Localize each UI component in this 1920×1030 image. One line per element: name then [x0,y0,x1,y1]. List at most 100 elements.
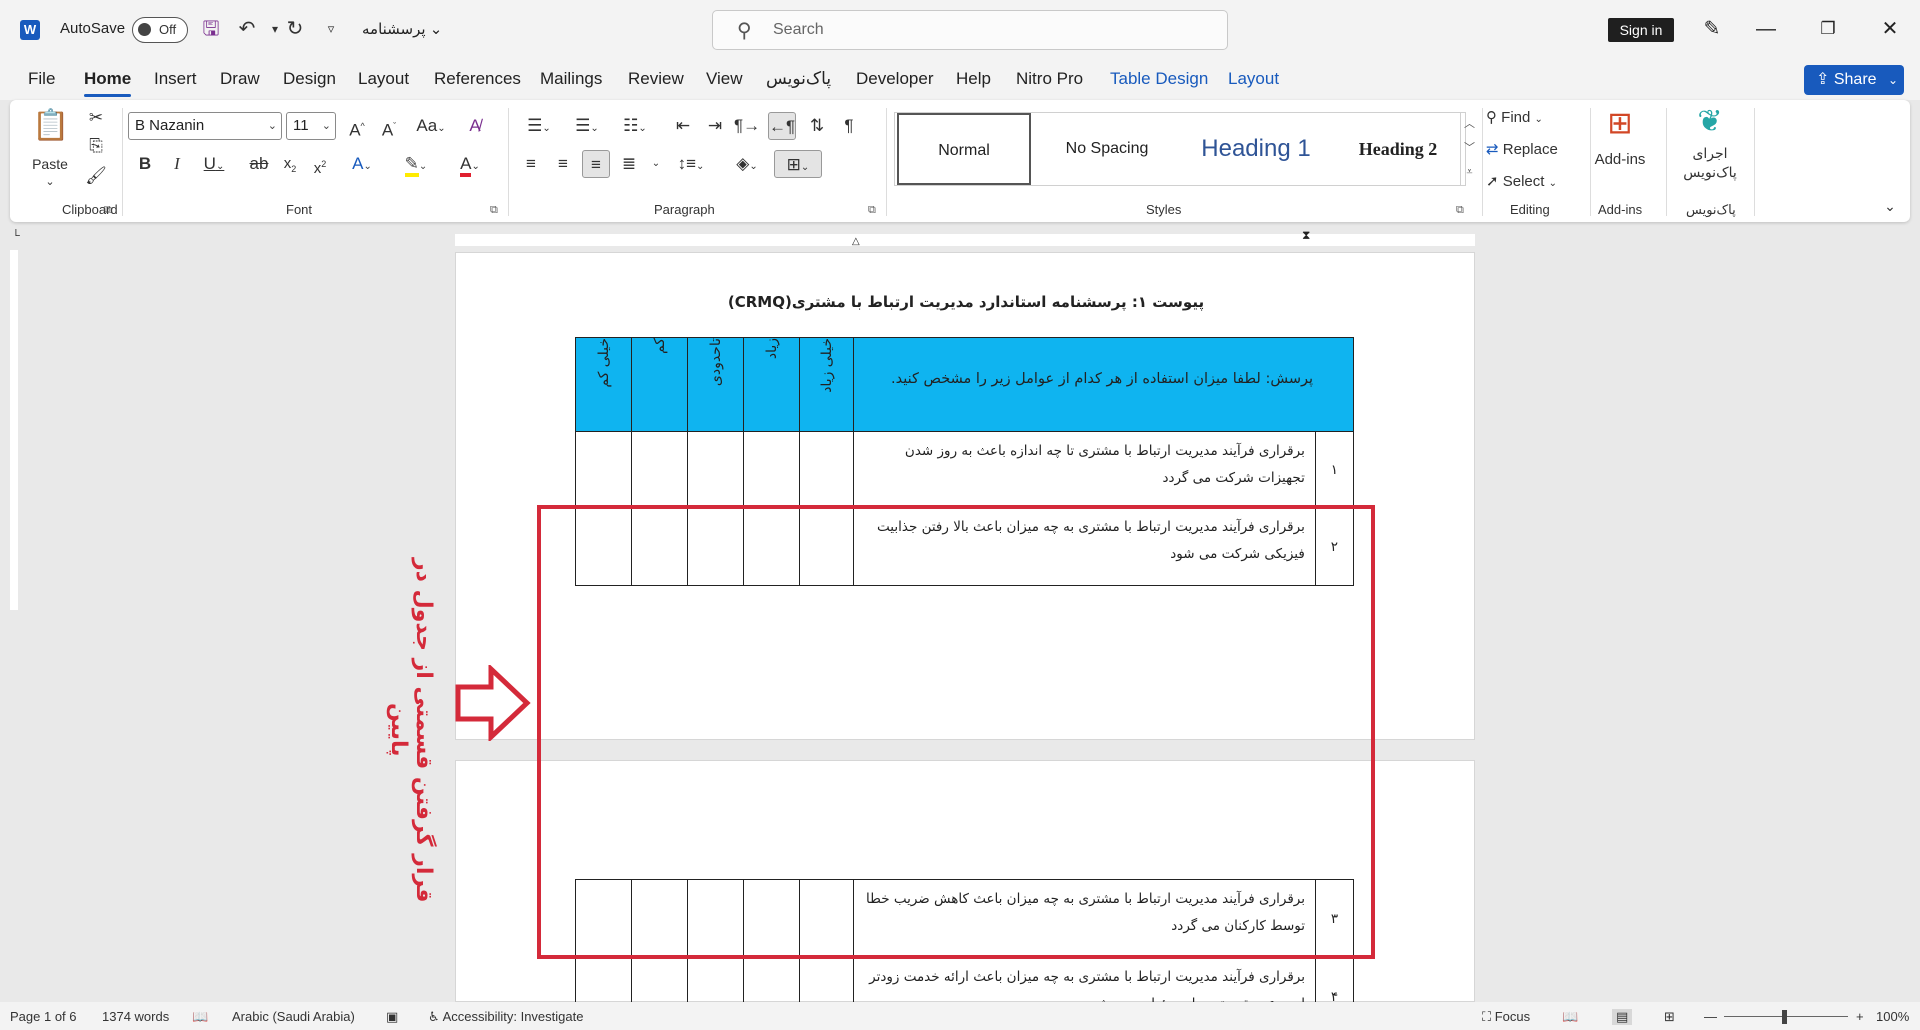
bullets-icon[interactable]: ☰⌄ [518,112,560,140]
font-color-icon[interactable]: A⌄ [450,150,490,178]
multilevel-list-icon[interactable]: ☷⌄ [614,112,656,140]
tab-selector-icon[interactable]: └ [12,230,20,242]
zoom-out-icon[interactable]: — [1704,1009,1717,1024]
chevron-up-icon[interactable]: ︿ [1461,112,1478,136]
tab-references[interactable]: References [434,69,521,89]
bold-icon[interactable]: B [134,150,156,178]
select-button[interactable]: ➚ Select ⌄ [1486,168,1596,196]
minimize-icon[interactable]: — [1746,14,1786,44]
paste-dropdown-icon[interactable]: ⌄ [40,168,60,196]
tab-draw[interactable]: Draw [220,69,260,89]
shrink-font-icon[interactable]: Aˇ [376,112,402,140]
document-name[interactable]: پرسشنامه ⌄ [362,20,442,38]
copy-icon[interactable]: ⎘ [82,132,110,160]
paste-icon[interactable]: 📋 [32,106,69,146]
more-styles-icon[interactable]: ⩡ [1461,160,1478,184]
cut-icon[interactable]: ✂ [82,104,110,132]
share-button[interactable]: ⇪ Share ⌄ [1804,65,1904,95]
tab-table-layout[interactable]: Layout [1228,69,1279,89]
justify-dropdown-icon[interactable]: ⌄ [646,150,666,178]
font-launcher-icon[interactable]: ⧉ [490,204,498,217]
superscript-icon[interactable]: x2 [308,150,332,178]
add-ins-icon[interactable]: ⊞ [1602,106,1638,142]
style-heading-2[interactable]: Heading 2 [1333,113,1463,185]
answer-cell[interactable] [575,431,632,508]
autosave-toggle[interactable]: Off [132,17,188,43]
share-dropdown-icon[interactable]: ⌄ [1888,65,1898,95]
run-paknevis-button[interactable]: اجرای پاک‌نویس [1672,144,1748,184]
justify-icon[interactable]: ≣ [616,150,642,178]
styles-scrollbar[interactable]: ︿ ﹀ ⩡ [1460,112,1478,186]
ltr-direction-icon[interactable]: ¶→ [734,112,760,140]
italic-icon[interactable]: I [166,150,188,178]
focus-button[interactable]: ⛶ Focus [1482,1009,1530,1025]
subscript-icon[interactable]: x2 [278,150,302,178]
scale-high[interactable]: زیاد [743,337,800,432]
tab-insert[interactable]: Insert [154,69,197,89]
sign-in-button[interactable]: Sign in [1608,18,1674,42]
tab-review[interactable]: Review [628,69,684,89]
text-effects-icon[interactable]: A⌄ [342,150,382,178]
restore-icon[interactable]: ❐ [1808,14,1848,44]
align-right-icon[interactable]: ≡ [582,150,610,178]
answer-cell[interactable] [799,431,854,508]
close-icon[interactable]: ✕ [1870,14,1910,44]
chevron-down-icon[interactable]: ﹀ [1461,136,1478,160]
web-layout-icon[interactable]: ⊞ [1664,1009,1675,1025]
shading-icon[interactable]: ◈⌄ [726,150,768,178]
tab-design[interactable]: Design [283,69,336,89]
style-normal[interactable]: Normal [897,113,1031,185]
accessibility-status[interactable]: ♿ Accessibility: Investigate [428,1009,583,1025]
paragraph-launcher-icon[interactable]: ⧉ [868,204,876,217]
zoom-level[interactable]: 100% [1876,1009,1909,1024]
proofing-icon[interactable]: 📖 [192,1009,208,1025]
strikethrough-icon[interactable]: ab [246,150,272,178]
highlight-icon[interactable]: ✎⌄ [396,150,436,178]
tab-nitro-pro[interactable]: Nitro Pro [1016,69,1083,89]
show-marks-icon[interactable]: ¶ [836,112,862,140]
scale-very-low[interactable]: خیلی کم [575,337,632,432]
decrease-indent-icon[interactable]: ⇤ [670,112,696,140]
zoom-in-icon[interactable]: + [1856,1009,1864,1024]
grow-font-icon[interactable]: A^ [344,112,370,140]
zoom-slider-thumb[interactable] [1782,1010,1787,1024]
save-icon[interactable]: 🖫 [198,16,224,42]
macro-recording-icon[interactable]: ▣ [386,1009,398,1025]
find-button[interactable]: ⚲ Find ⌄ [1486,104,1596,132]
font-size-dropdown[interactable]: 11 ⌄ [286,112,336,140]
change-case-icon[interactable]: Aa⌄ [412,112,450,140]
style-heading-1[interactable]: Heading 1 [1181,113,1331,185]
row-number[interactable]: ۱ [1314,431,1355,508]
page-count[interactable]: Page 1 of 6 [10,1009,77,1024]
search-box[interactable]: ⚲ Search [712,10,1228,50]
redo-icon[interactable]: ↻ [282,16,308,42]
undo-icon[interactable]: ↶ [234,16,260,42]
tab-file[interactable]: File [28,69,55,89]
right-indent-marker-icon[interactable]: ⧗ [1302,228,1310,243]
clipboard-launcher-icon[interactable]: ⧉ [104,204,112,217]
answer-cell[interactable] [687,431,744,508]
tab-developer[interactable]: Developer [856,69,934,89]
align-left-icon[interactable]: ≡ [518,150,544,178]
horizontal-ruler[interactable]: └ △ ⧗ [0,228,1920,250]
question-header-cell[interactable]: پرسش: لطفا میزان استفاده از هر کدام از ع… [853,337,1354,432]
font-name-dropdown[interactable]: B Nazanin ⌄ [128,112,282,140]
clear-formatting-icon[interactable]: A̸ [462,112,488,140]
answer-cell[interactable] [631,431,688,508]
scale-very-high[interactable]: خیلی زیاد [799,337,854,432]
rtl-direction-icon[interactable]: ←¶ [768,112,796,140]
format-painter-icon[interactable]: 🖌 [82,162,110,190]
language[interactable]: Arabic (Saudi Arabia) [232,1009,355,1024]
answer-cell[interactable] [743,431,800,508]
tab-layout[interactable]: Layout [358,69,409,89]
word-count[interactable]: 1374 words [102,1009,169,1024]
vertical-ruler[interactable] [0,250,28,1002]
indent-marker-icon[interactable]: △ [852,236,860,247]
line-spacing-icon[interactable]: ↕≡⌄ [670,150,712,178]
scale-somewhat[interactable]: تاحدودی [687,337,744,432]
pen-icon[interactable]: ✎ [1692,14,1732,44]
numbering-icon[interactable]: ☰⌄ [566,112,608,140]
print-layout-icon[interactable]: ▤ [1612,1009,1633,1025]
style-no-spacing[interactable]: No Spacing [1037,113,1177,185]
underline-icon[interactable]: U⌄ [196,150,232,178]
